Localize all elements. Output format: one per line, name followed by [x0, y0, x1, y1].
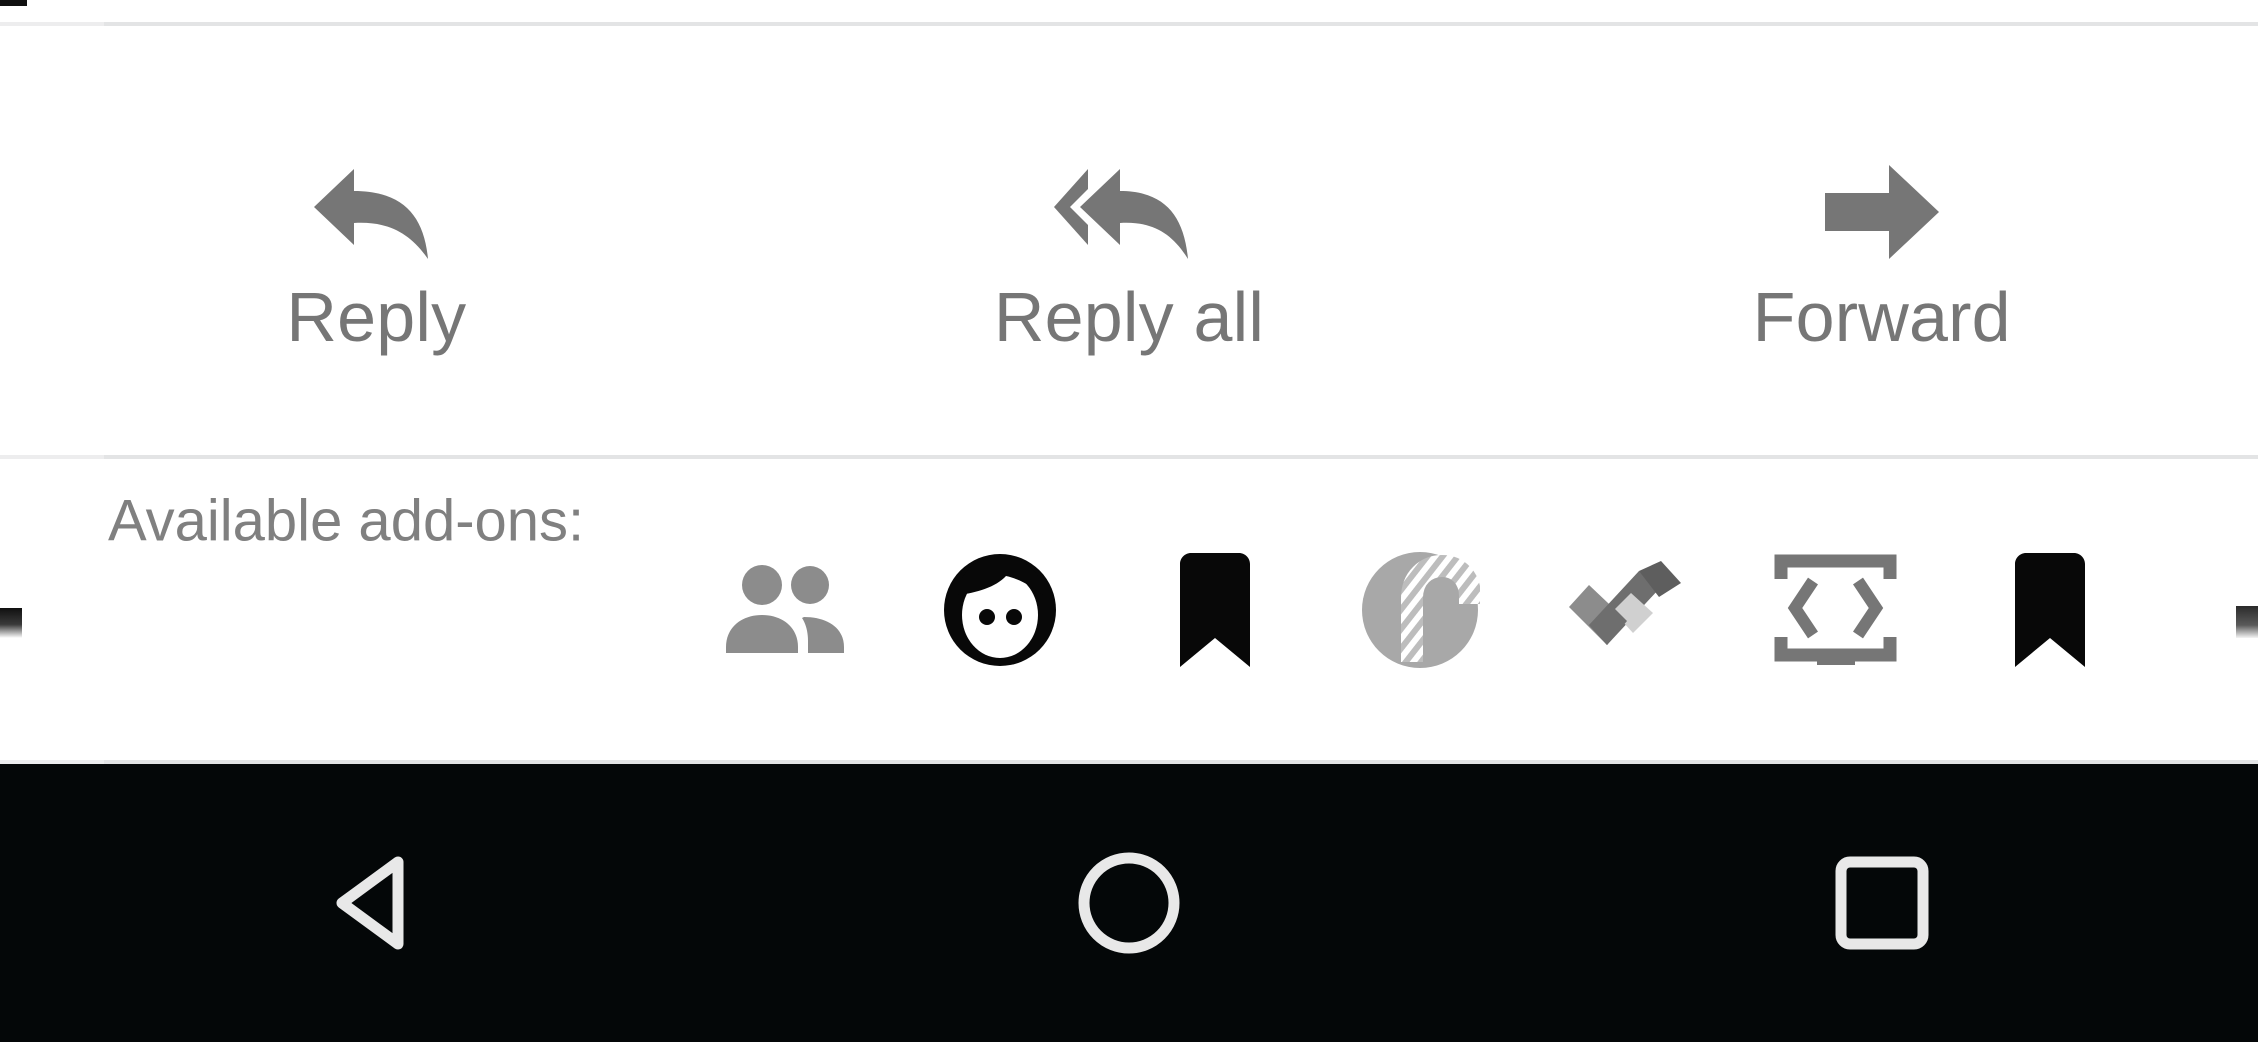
bookmark-icon: [1170, 550, 1260, 670]
checkmark-tasks-icon: [1565, 555, 1695, 665]
android-navigation-bar: [0, 764, 2258, 1042]
bookmark-icon: [2005, 550, 2095, 670]
nav-back-button[interactable]: [0, 764, 753, 1042]
candy-cane-circle-icon: [1360, 550, 1480, 670]
forward-button-label: Forward: [1752, 277, 2011, 356]
clipped-fragment-top-left: [0, 0, 27, 6]
available-addons-label: Available add-ons:: [108, 488, 585, 554]
addon-candycane-button[interactable]: [1345, 500, 1495, 720]
back-triangle-icon: [324, 848, 428, 958]
addon-bookmark-button[interactable]: [1140, 500, 1290, 720]
reply-button[interactable]: Reply: [0, 26, 753, 455]
people-contacts-icon: [720, 555, 850, 665]
reply-all-button[interactable]: Reply all: [753, 26, 1506, 455]
recents-square-icon: [1830, 851, 1934, 955]
addon-avatar-button[interactable]: [925, 500, 1075, 720]
addon-tasks-button[interactable]: [1555, 500, 1705, 720]
addon-icon-clipped-left[interactable]: [0, 608, 22, 638]
reply-all-arrow-icon: [1054, 152, 1204, 272]
reply-arrow-icon: [301, 152, 451, 272]
addon-icon-clipped-right[interactable]: [2236, 606, 2258, 638]
nav-recents-button[interactable]: [1505, 764, 2258, 1042]
addon-code-button[interactable]: [1760, 500, 1910, 720]
screen-root: Reply Reply all Forward Available add-on…: [0, 0, 2258, 1042]
forward-button[interactable]: Forward: [1505, 26, 2258, 455]
code-brackets-icon: [1773, 551, 1898, 669]
reply-button-label: Reply: [286, 277, 467, 356]
addon-bookmark-button-2[interactable]: [1975, 500, 2125, 720]
message-actions-bar: Reply Reply all Forward: [0, 26, 2258, 455]
nav-home-button[interactable]: [753, 764, 1506, 1042]
face-avatar-icon: [940, 551, 1060, 669]
reply-all-button-label: Reply all: [993, 277, 1265, 356]
addon-contacts-button[interactable]: [710, 500, 860, 720]
forward-arrow-icon: [1807, 152, 1957, 272]
home-circle-icon: [1074, 848, 1184, 958]
